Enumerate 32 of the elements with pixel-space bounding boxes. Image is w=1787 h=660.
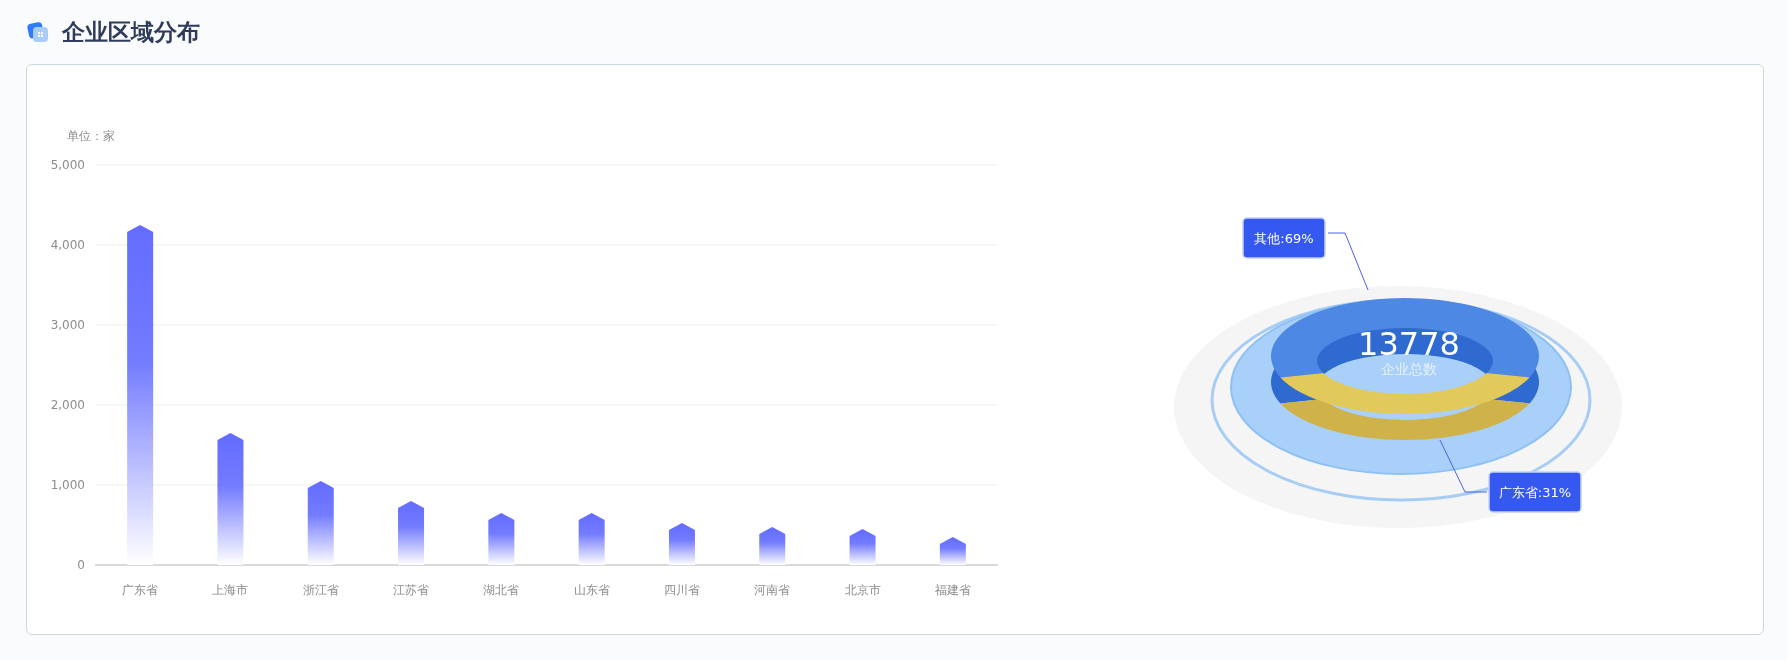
total-value: 13778 [1358, 325, 1460, 363]
leader-line [1327, 232, 1369, 291]
segment-label: 广东省:31% [1498, 485, 1572, 500]
page-title: 企业区域分布 [62, 17, 200, 47]
bar [849, 529, 876, 565]
bar [668, 523, 695, 565]
bar [488, 513, 515, 565]
x-axis-label: 北京市 [844, 583, 881, 597]
x-axis-label: 四川省 [663, 583, 700, 597]
bar [759, 527, 786, 565]
leader-line [1439, 439, 1488, 493]
x-axis-label: 河南省 [754, 583, 791, 597]
total-caption: 企业总数 [1381, 361, 1437, 377]
y-tick-label: 4,000 [50, 238, 85, 252]
cards-icon [26, 20, 50, 44]
x-axis-label: 浙江省 [302, 583, 339, 597]
unit-label: 单位：家 [67, 129, 115, 143]
x-axis-label: 广东省 [122, 583, 159, 597]
y-tick-label: 3,000 [50, 318, 85, 332]
bar [578, 513, 605, 565]
x-axis-label: 山东省 [573, 583, 610, 597]
bar [398, 501, 425, 565]
segment-label: 其他:69% [1254, 231, 1314, 246]
bar [939, 537, 966, 565]
y-tick-label: 0 [77, 558, 85, 572]
y-tick-label: 2,000 [50, 398, 85, 412]
x-axis-label: 福建省 [934, 583, 971, 597]
x-axis-label: 上海市 [212, 583, 249, 597]
x-axis-label: 湖北省 [483, 583, 520, 597]
y-tick-label: 5,000 [50, 158, 85, 172]
x-axis-label: 江苏省 [393, 583, 430, 597]
y-tick-label: 1,000 [50, 478, 85, 492]
